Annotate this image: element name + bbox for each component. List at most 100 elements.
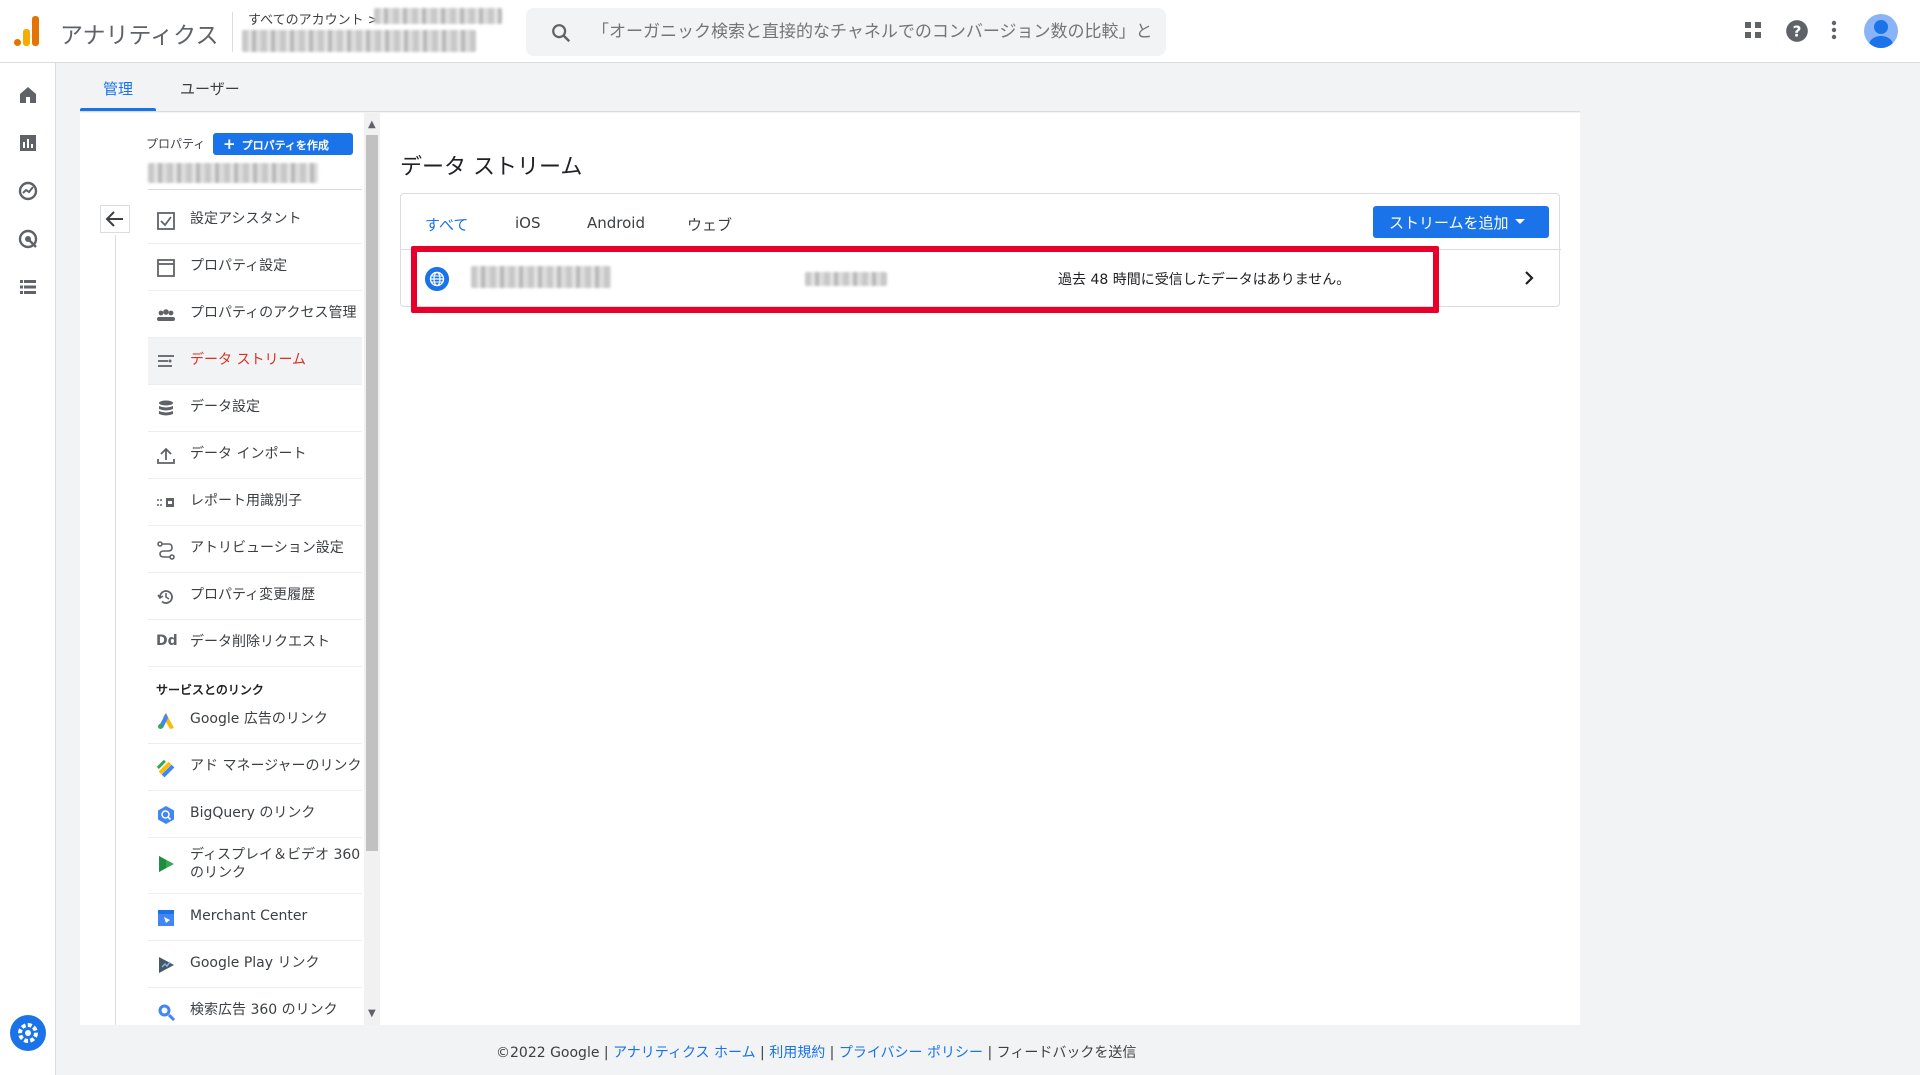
- footer: ©2022 Google | アナリティクス ホーム | 利用規約 | プライバ…: [496, 1042, 1136, 1062]
- tabs-divider: [80, 111, 1580, 112]
- nav-item-label: データ設定: [190, 399, 260, 415]
- nav-divider: [148, 189, 362, 190]
- google-play-icon: [159, 957, 174, 973]
- property-icon: [157, 259, 175, 277]
- create-property-button[interactable]: + プロパティを作成: [213, 133, 353, 155]
- app-name: アナリティクス: [60, 23, 219, 49]
- gear-icon: [18, 1023, 38, 1043]
- admin-settings-button[interactable]: [10, 1015, 46, 1051]
- ad-manager-icon: [156, 759, 175, 778]
- identifier-icon: [157, 498, 174, 507]
- property-nav: プロパティ + プロパティを作成 設定アシスタント プロパティ設定 プロパティのア…: [80, 113, 380, 1025]
- nav-item-label: プロパティ設定: [190, 258, 288, 274]
- nav-item-label: BigQuery のリンク: [190, 805, 316, 821]
- nav-item-bigquery-links[interactable]: BigQuery のリンク: [148, 791, 362, 838]
- help-icon[interactable]: ?: [1784, 18, 1810, 44]
- footer-link-privacy[interactable]: プライバシー ポリシー: [839, 1045, 983, 1061]
- property-name-redacted[interactable]: [242, 30, 476, 52]
- add-stream-label: ストリームを追加: [1389, 213, 1509, 232]
- nav-item-label: レポート用識別子: [190, 493, 302, 509]
- search-bar[interactable]: [526, 8, 1166, 56]
- nav-item-attribution-settings[interactable]: アトリビューション設定: [148, 526, 362, 573]
- bigquery-icon: [158, 806, 174, 824]
- nav-item-label: ディスプレイ＆ビデオ 360 のリンク: [190, 847, 361, 881]
- tab-ios[interactable]: iOS: [515, 214, 541, 232]
- nav-item-label: アトリビューション設定: [190, 540, 344, 556]
- more-vert-icon[interactable]: [1828, 18, 1840, 42]
- property-selector-redacted[interactable]: [148, 163, 318, 183]
- footer-separator: |: [760, 1045, 765, 1061]
- account-name-redacted[interactable]: [374, 8, 502, 24]
- nav-item-ad-manager-links[interactable]: アド マネージャーのリンク: [148, 744, 362, 791]
- nav-item-label: プロパティのアクセス管理: [190, 305, 357, 321]
- left-rail: [0, 63, 56, 1075]
- reports-icon[interactable]: [16, 131, 40, 155]
- nav-item-property-change-history[interactable]: プロパティ変更履歴: [148, 573, 362, 620]
- property-label: プロパティ: [146, 137, 206, 151]
- create-property-label: プロパティを作成: [241, 139, 329, 152]
- dropdown-caret-icon: [1515, 219, 1525, 224]
- footer-link-terms[interactable]: 利用規約: [769, 1045, 825, 1061]
- nav-item-property-access[interactable]: プロパティのアクセス管理: [148, 291, 362, 338]
- tab-web[interactable]: ウェブ: [687, 214, 732, 235]
- tab-admin[interactable]: 管理: [103, 78, 133, 99]
- nav-item-property-settings[interactable]: プロパティ設定: [148, 244, 362, 291]
- nav-item-label: データ ストリーム: [190, 352, 307, 368]
- linked-services-heading: サービスとのリンク: [156, 683, 264, 697]
- nav-item-merchant-center-links[interactable]: Merchant Center: [148, 894, 362, 941]
- back-button[interactable]: [100, 205, 130, 233]
- nav-item-dv360-links[interactable]: ディスプレイ＆ビデオ 360 のリンク: [148, 838, 362, 894]
- footer-link-analytics-home[interactable]: アナリティクス ホーム: [613, 1045, 756, 1061]
- footer-separator: |: [829, 1045, 835, 1061]
- footer-separator: |: [987, 1045, 993, 1061]
- merchant-center-icon: [158, 910, 174, 926]
- nav-guide-line: [115, 235, 116, 1025]
- analytics-logo-icon[interactable]: [14, 16, 42, 46]
- nav-item-reporting-identity[interactable]: レポート用識別子: [148, 479, 362, 526]
- tab-users[interactable]: ユーザー: [180, 78, 240, 99]
- nav-item-data-settings[interactable]: データ設定: [148, 385, 362, 432]
- nav-item-label: Google 広告のリンク: [190, 711, 328, 727]
- nav-item-label: プロパティ変更履歴: [190, 587, 316, 603]
- tab-all[interactable]: すべて: [425, 214, 468, 235]
- search-ads-icon: [158, 1004, 176, 1022]
- nav-item-label: Merchant Center: [190, 908, 308, 924]
- nav-item-label: Google Play リンク: [190, 955, 320, 971]
- configure-list-icon[interactable]: [16, 275, 40, 299]
- stream-icon: [158, 355, 174, 367]
- nav-item-label: データ削除リクエスト: [190, 634, 330, 650]
- apps-grid-icon[interactable]: [1741, 18, 1765, 42]
- nav-item-data-deletion-requests[interactable]: Dd データ削除リクエスト: [148, 620, 362, 667]
- tab-android[interactable]: Android: [587, 214, 645, 232]
- scrollbar-thumb[interactable]: [366, 135, 378, 851]
- search-icon: [552, 24, 571, 43]
- account-avatar[interactable]: [1864, 14, 1898, 48]
- send-feedback-link[interactable]: フィードバックを送信: [997, 1045, 1137, 1061]
- advertising-icon[interactable]: [16, 227, 40, 251]
- scroll-up-icon[interactable]: ▲: [368, 119, 376, 130]
- stream-filter-tabs: すべて iOS Android ウェブ ストリームを追加: [401, 194, 1561, 250]
- nav-item-setup-assistant[interactable]: 設定アシスタント: [148, 197, 362, 244]
- chevron-right-icon[interactable]: [1519, 268, 1539, 288]
- nav-item-google-play-links[interactable]: Google Play リンク: [148, 941, 362, 988]
- nav-item-data-import[interactable]: データ インポート: [148, 432, 362, 479]
- breadcrumb[interactable]: すべてのアカウント >: [248, 9, 379, 28]
- header-divider: [232, 12, 233, 52]
- data-delete-icon: Dd: [156, 633, 178, 649]
- page-title: データ ストリーム: [400, 155, 583, 180]
- nav-item-label: アド マネージャーのリンク: [190, 758, 362, 774]
- nav-item-google-ads-links[interactable]: Google 広告のリンク: [148, 697, 362, 744]
- scroll-down-icon[interactable]: ▼: [368, 1008, 376, 1019]
- nav-scrollbar[interactable]: ▲ ▼: [364, 113, 380, 1025]
- dv360-icon: [159, 856, 174, 872]
- home-icon[interactable]: [16, 83, 40, 107]
- search-input[interactable]: [592, 8, 1152, 56]
- nav-item-data-streams[interactable]: データ ストリーム: [148, 338, 362, 385]
- add-stream-button[interactable]: ストリームを追加: [1373, 206, 1549, 238]
- nav-item-label: 設定アシスタント: [190, 211, 302, 227]
- upload-icon: [157, 447, 175, 464]
- nav-item-search-ads-360-links[interactable]: 検索広告 360 のリンク: [148, 988, 362, 1025]
- attribution-icon: [157, 541, 175, 560]
- copyright: ©2022 Google |: [496, 1045, 609, 1061]
- explore-icon[interactable]: [16, 179, 40, 203]
